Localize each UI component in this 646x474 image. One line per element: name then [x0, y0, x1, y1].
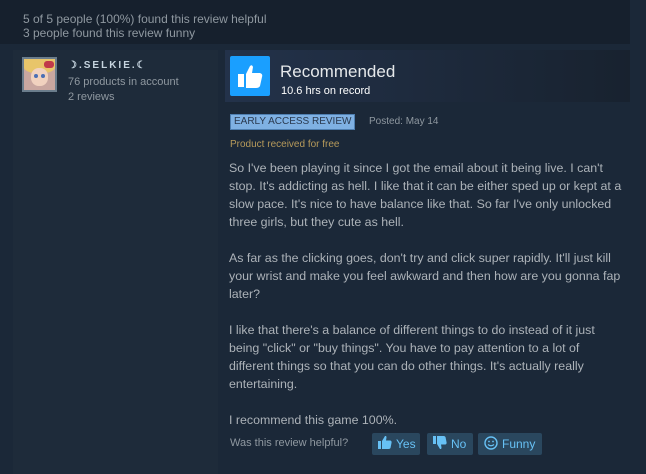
author-sidebar: ☽.SELKIE.☾ 76 products in account 2 revi… — [13, 50, 218, 474]
vote-funny-button[interactable]: Funny — [478, 433, 542, 455]
review-paragraph: I like that there's a balance of differe… — [229, 323, 595, 391]
recommendation-title: Recommended — [280, 62, 396, 81]
posted-date: Posted: May 14 — [369, 116, 439, 127]
review-paragraph: So I've been playing it since I got the … — [229, 161, 622, 229]
avatar[interactable] — [22, 57, 57, 92]
thumbs-down-icon — [433, 436, 447, 452]
author-products[interactable]: 76 products in account — [68, 76, 179, 88]
review-paragraph: I recommend this game 100%. — [229, 413, 398, 427]
vote-yes-label: Yes — [396, 437, 416, 451]
vote-no-label: No — [451, 437, 467, 451]
author-name[interactable]: ☽.SELKIE.☾ — [68, 60, 148, 71]
early-access-badge: EARLY ACCESS REVIEW — [230, 114, 356, 130]
helpful-count: 5 of 5 people (100%) found this review h… — [23, 12, 267, 26]
smiley-icon — [484, 435, 498, 453]
received-free-note: Product received for free — [230, 139, 340, 150]
review-paragraph: As far as the clicking goes, don't try a… — [229, 251, 621, 301]
vote-no-button[interactable]: No — [427, 433, 473, 455]
helpful-summary: 5 of 5 people (100%) found this review h… — [0, 0, 630, 44]
funny-count: 3 people found this review funny — [23, 26, 196, 40]
author-reviews[interactable]: 2 reviews — [68, 91, 114, 103]
avatar-image — [24, 59, 55, 90]
vote-yes-button[interactable]: Yes — [372, 433, 420, 455]
hours-on-record: 10.6 hrs on record — [281, 85, 371, 97]
helpful-question: Was this review helpful? — [230, 437, 349, 449]
vote-funny-label: Funny — [502, 437, 536, 451]
helpful-vote-bar: Was this review helpful? Yes No Funny — [225, 429, 630, 457]
recommendation-header[interactable]: Recommended 10.6 hrs on record — [225, 50, 630, 102]
thumbs-up-icon — [230, 56, 270, 96]
review-text: So I've been playing it since I got the … — [229, 159, 627, 447]
review-body: Recommended 10.6 hrs on record EARLY ACC… — [225, 50, 630, 474]
thumbs-up-icon — [378, 435, 392, 452]
